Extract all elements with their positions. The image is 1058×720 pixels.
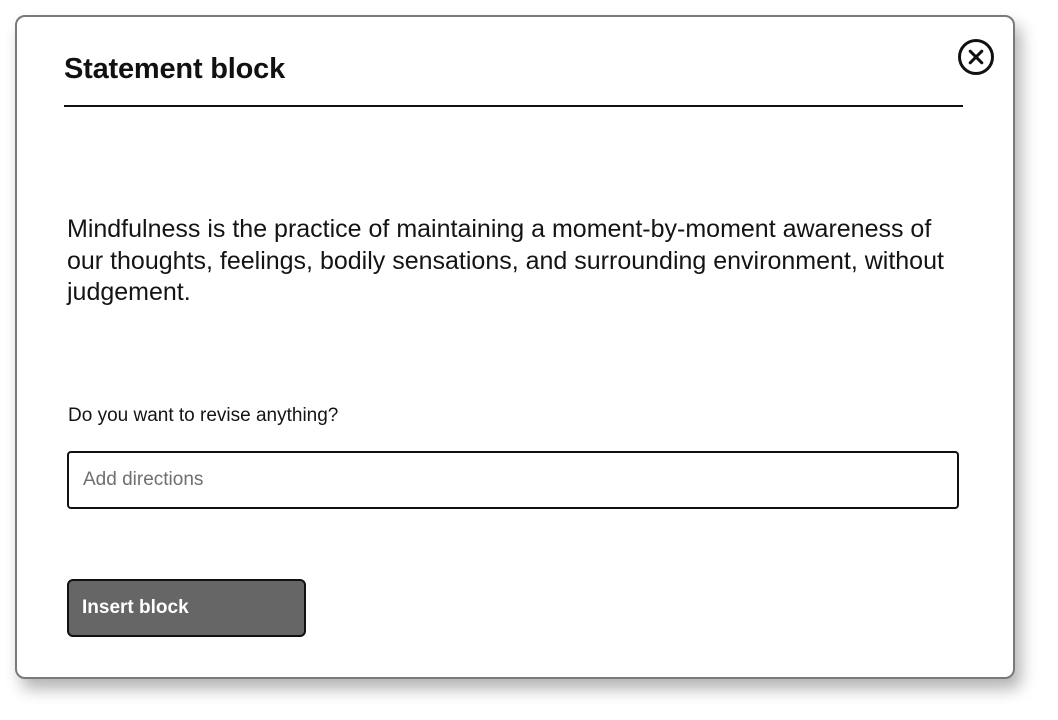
close-circle-icon [958, 39, 994, 75]
statement-text: Mindfulness is the practice of maintaini… [67, 215, 944, 306]
directions-input[interactable] [67, 451, 959, 509]
statement-block-dialog: Statement block Mindfulness is the pract… [15, 15, 1015, 679]
close-button[interactable] [957, 38, 995, 76]
revise-prompt: Do you want to revise anything? [68, 405, 339, 426]
title-divider [64, 105, 963, 107]
dialog-title: Statement block [64, 53, 285, 85]
insert-block-button[interactable]: Insert block [67, 579, 306, 637]
